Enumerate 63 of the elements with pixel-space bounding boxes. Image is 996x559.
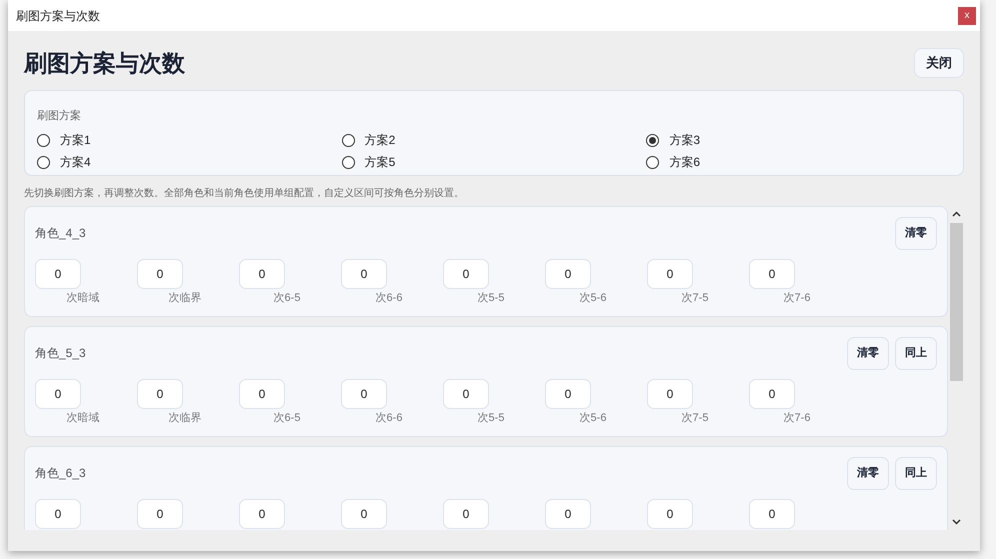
count-input[interactable]: 0 <box>545 379 591 409</box>
count-input[interactable]: 0 <box>647 379 693 409</box>
count-label: 次5-5 <box>476 291 506 305</box>
count-input[interactable]: 0 <box>239 379 285 409</box>
count-input[interactable]: 0 <box>239 259 285 289</box>
count-input[interactable]: 0 <box>545 499 591 529</box>
scrollbar-thumb[interactable] <box>950 223 963 381</box>
count-input[interactable]: 0 <box>341 499 387 529</box>
chevron-down-icon[interactable] <box>952 519 961 525</box>
count-label: 次5-6 <box>578 291 608 305</box>
count-input[interactable]: 0 <box>749 379 795 409</box>
count-input[interactable]: 0 <box>35 499 81 529</box>
count-label: 次5-6 <box>578 411 608 425</box>
plan-radio[interactable]: 方案1 <box>37 132 91 148</box>
count-label: 次临界 <box>168 291 202 305</box>
dialog-heading: 刷图方案与次数 <box>24 48 185 78</box>
role-name: 角色_5_3 <box>35 345 86 362</box>
count-input[interactable]: 0 <box>35 259 81 289</box>
role-action-button[interactable]: 同上 <box>895 456 937 490</box>
count-label: 次6-6 <box>374 411 404 425</box>
count-label: 次7-6 <box>782 291 812 305</box>
hint-text: 先切换刷图方案，再调整次数。全部角色和当前角色使用单组配置，自定义区间可按角色分别设置。 <box>24 187 464 201</box>
count-label: 次7-6 <box>782 411 812 425</box>
count-input[interactable]: 0 <box>443 259 489 289</box>
plan-radio[interactable]: 方案2 <box>342 132 396 148</box>
count-input[interactable]: 0 <box>647 259 693 289</box>
role-action-button[interactable]: 清零 <box>847 336 889 370</box>
count-label: 次7-5 <box>680 291 710 305</box>
count-input[interactable]: 0 <box>239 499 285 529</box>
count-label: 次暗域 <box>66 291 100 305</box>
plan-radio[interactable]: 方案3 <box>646 132 700 148</box>
count-label: 次7-5 <box>680 411 710 425</box>
role-name: 角色_6_3 <box>35 465 86 482</box>
count-input[interactable]: 0 <box>137 499 183 529</box>
count-input[interactable]: 0 <box>137 259 183 289</box>
role-action-button[interactable]: 清零 <box>895 216 937 250</box>
count-input[interactable]: 0 <box>545 259 591 289</box>
count-label: 次暗域 <box>66 411 100 425</box>
count-label: 次临界 <box>168 411 202 425</box>
close-dialog-button[interactable]: 关闭 <box>914 48 964 78</box>
role-action-button[interactable]: 同上 <box>895 336 937 370</box>
count-input[interactable]: 0 <box>749 499 795 529</box>
count-label: 次6-6 <box>374 291 404 305</box>
plan-radio[interactable]: 方案5 <box>342 154 396 170</box>
plan-label: 刷图方案 <box>37 109 81 123</box>
window-title: 刷图方案与次数 <box>16 8 100 24</box>
count-input[interactable]: 0 <box>443 379 489 409</box>
close-button[interactable]: x <box>958 6 976 24</box>
count-label: 次6-5 <box>272 291 302 305</box>
count-input[interactable]: 0 <box>137 379 183 409</box>
count-input[interactable]: 0 <box>341 379 387 409</box>
chevron-up-icon[interactable] <box>952 211 961 217</box>
plan-radio[interactable]: 方案6 <box>646 154 700 170</box>
count-input[interactable]: 0 <box>749 259 795 289</box>
count-input[interactable]: 0 <box>647 499 693 529</box>
plan-radio[interactable]: 方案4 <box>37 154 91 170</box>
count-label: 次5-5 <box>476 411 506 425</box>
count-input[interactable]: 0 <box>443 499 489 529</box>
count-label: 次6-5 <box>272 411 302 425</box>
count-input[interactable]: 0 <box>341 259 387 289</box>
role-name: 角色_4_3 <box>35 225 86 242</box>
count-input[interactable]: 0 <box>35 379 81 409</box>
role-action-button[interactable]: 清零 <box>847 456 889 490</box>
